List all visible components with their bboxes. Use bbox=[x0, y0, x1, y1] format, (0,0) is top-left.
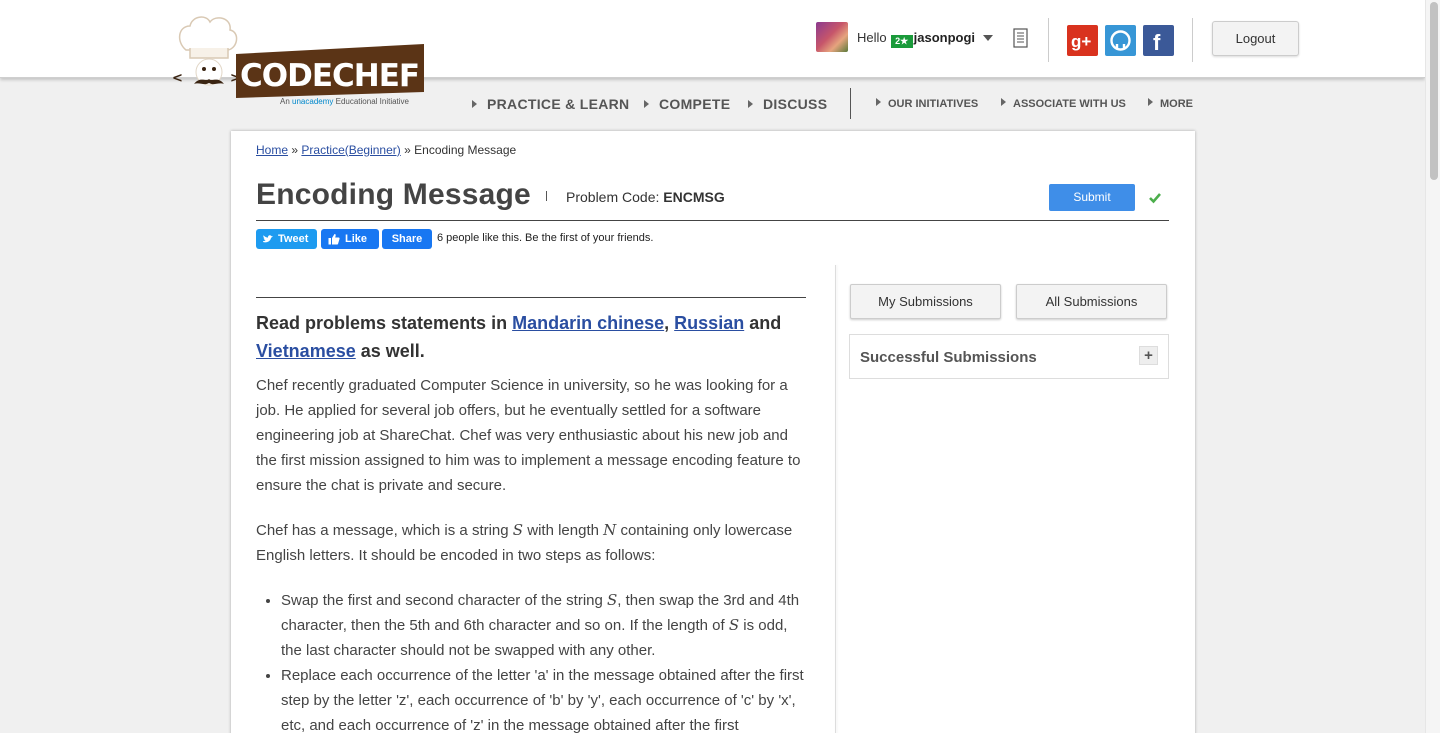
mandarin-link[interactable]: Mandarin chinese bbox=[512, 313, 664, 333]
thumbs-up-icon bbox=[328, 234, 340, 245]
like-count-text: 6 people like this. Be the first of your… bbox=[437, 232, 654, 244]
nav-our-initiatives[interactable]: OUR INITIATIVES bbox=[876, 98, 978, 110]
caret-right-icon bbox=[644, 100, 649, 108]
submit-button[interactable]: Submit bbox=[1049, 184, 1135, 211]
caret-right-icon bbox=[1001, 98, 1006, 106]
nav-divider bbox=[850, 88, 851, 119]
facebook-like-button[interactable]: Like bbox=[321, 229, 379, 249]
problem-card: Home » Practice(Beginner) » Encoding Mes… bbox=[231, 131, 1195, 733]
nav-associate-with-us[interactable]: ASSOCIATE WITH US bbox=[1001, 98, 1126, 110]
check-icon bbox=[1149, 193, 1161, 204]
caret-right-icon bbox=[1148, 98, 1153, 106]
google-plus-icon[interactable]: g+ bbox=[1067, 25, 1098, 56]
successful-submissions-title: Successful Submissions bbox=[860, 349, 1037, 366]
logo-tagline: An unacademy Educational Initiative bbox=[280, 97, 410, 106]
logo-wordmark: CODECHEF bbox=[240, 58, 419, 94]
statement-paragraph: Chef has a message, which is a string S … bbox=[256, 521, 793, 564]
title-divider bbox=[546, 191, 547, 201]
nav-compete[interactable]: COMPETE bbox=[644, 96, 730, 112]
user-greeting[interactable]: Hello 2★ jasonpogi bbox=[857, 30, 994, 48]
facebook-icon[interactable]: f bbox=[1143, 25, 1174, 56]
math-var-s: S bbox=[607, 591, 618, 609]
tweet-button[interactable]: Tweet bbox=[256, 229, 317, 249]
caret-right-icon bbox=[472, 100, 477, 108]
scrollbar-thumb[interactable] bbox=[1430, 2, 1438, 180]
caret-right-icon bbox=[876, 98, 881, 106]
rating-badge: 2★ bbox=[890, 35, 913, 48]
caret-right-icon bbox=[748, 100, 753, 108]
header-divider bbox=[1192, 18, 1193, 62]
breadcrumb: Home » Practice(Beginner) » Encoding Mes… bbox=[256, 143, 517, 157]
math-var-n: N bbox=[603, 521, 617, 539]
list-item: Swap the first and second character of t… bbox=[281, 588, 808, 663]
russian-link[interactable]: Russian bbox=[674, 313, 744, 333]
translations-heading: Read problems statements in Mandarin chi… bbox=[256, 313, 782, 361]
greeting-text: Hello bbox=[857, 30, 887, 45]
successful-submissions-panel[interactable]: Successful Submissions + bbox=[849, 334, 1169, 379]
steps-list: Swap the first and second character of t… bbox=[256, 588, 808, 733]
page-title: Encoding Message bbox=[256, 178, 531, 211]
svg-text:g+: g+ bbox=[1071, 32, 1091, 51]
math-var-s: S bbox=[728, 616, 740, 634]
document-icon[interactable] bbox=[1013, 28, 1028, 48]
nav-more[interactable]: MORE bbox=[1148, 98, 1193, 110]
vietnamese-link[interactable]: Vietnamese bbox=[256, 341, 356, 361]
problem-statement: Read problems statements in Mandarin chi… bbox=[256, 309, 808, 733]
username[interactable]: jasonpogi bbox=[914, 30, 975, 45]
column-divider bbox=[835, 265, 836, 733]
header-divider bbox=[1048, 18, 1049, 62]
statement-divider bbox=[256, 297, 806, 298]
statement-paragraph: Chef recently graduated Computer Science… bbox=[256, 377, 801, 494]
svg-text:f: f bbox=[1153, 30, 1161, 55]
all-submissions-button[interactable]: All Submissions bbox=[1016, 284, 1167, 319]
nav-practice-learn[interactable]: PRACTICE & LEARN bbox=[472, 96, 629, 112]
breadcrumb-home-link[interactable]: Home bbox=[256, 143, 288, 157]
title-underline bbox=[256, 220, 1169, 221]
problem-code: Problem Code: ENCMSG bbox=[566, 189, 725, 205]
facebook-share-button[interactable]: Share bbox=[382, 229, 432, 249]
my-submissions-button[interactable]: My Submissions bbox=[850, 284, 1001, 319]
problem-code-value: ENCMSG bbox=[663, 189, 725, 205]
svg-text:<: < bbox=[172, 71, 183, 86]
breadcrumb-current: Encoding Message bbox=[414, 143, 517, 157]
chevron-down-icon[interactable] bbox=[983, 35, 994, 41]
twitter-icon bbox=[263, 235, 273, 243]
breadcrumb-practice-link[interactable]: Practice(Beginner) bbox=[301, 143, 400, 157]
list-item: Replace each occurrence of the letter 'a… bbox=[281, 663, 808, 733]
expand-icon[interactable]: + bbox=[1139, 346, 1158, 365]
github-icon[interactable] bbox=[1105, 25, 1136, 56]
math-var-s: S bbox=[512, 521, 524, 539]
logout-button[interactable]: Logout bbox=[1212, 21, 1299, 56]
user-avatar[interactable] bbox=[816, 22, 848, 52]
nav-discuss[interactable]: DISCUSS bbox=[748, 96, 827, 112]
page-scrollbar[interactable] bbox=[1425, 0, 1440, 733]
